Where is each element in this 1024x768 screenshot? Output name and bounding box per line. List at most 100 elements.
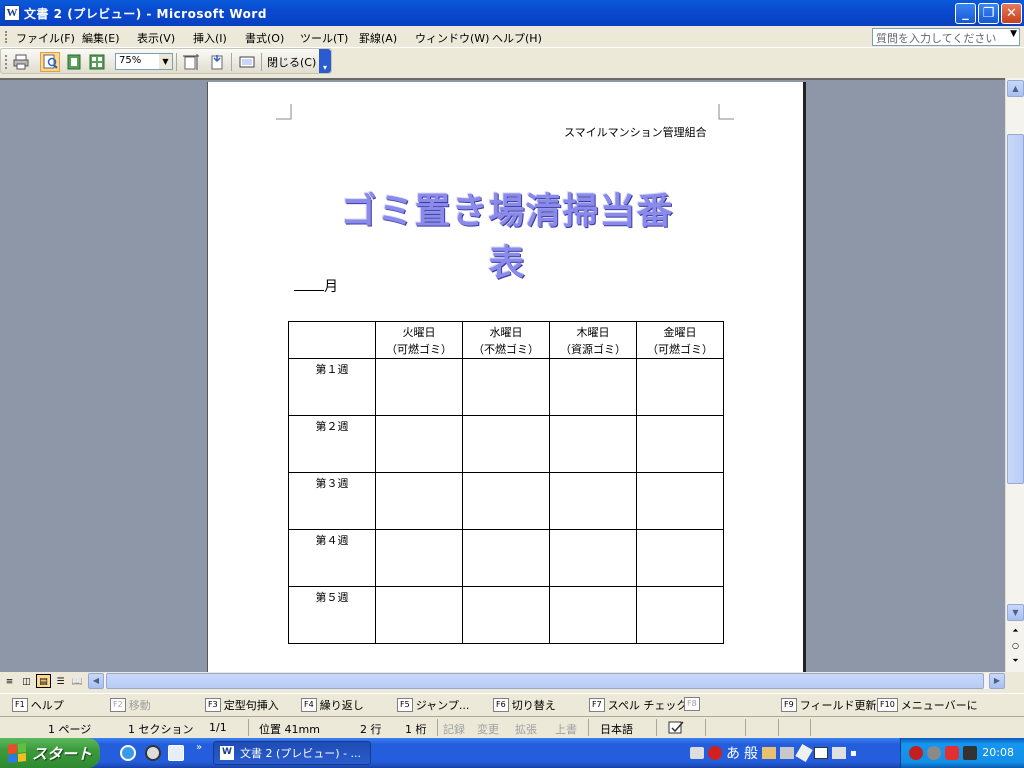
function-key-bar: F1 ヘルプ F2 移動 F3 定型句挿入 F4 繰り返し F5 ジャンプ... F6 切り… xyxy=(0,693,1024,715)
menu-tools[interactable]: ツール(T) xyxy=(300,30,348,46)
table-cell xyxy=(462,358,550,416)
month-field: 月 xyxy=(294,276,338,296)
fkey-label: ジャンプ... xyxy=(415,699,470,712)
chevron-down-icon[interactable]: ▼ xyxy=(159,54,172,69)
ime-pad-icon[interactable] xyxy=(762,747,776,759)
ime-dictionary[interactable]: 般 xyxy=(744,743,758,763)
vertical-scrollbar[interactable]: ▲ ▼ ⏶ ○ ⏷ xyxy=(1005,78,1024,672)
fkey-f8[interactable]: F8 xyxy=(684,697,703,711)
spelling-status-icon[interactable] xyxy=(668,721,686,738)
scroll-up-button[interactable]: ▲ xyxy=(1007,80,1024,97)
task-word-document[interactable]: W 文書 2 (プレビュー) - ... xyxy=(213,741,371,765)
document-page[interactable]: スマイルマンション管理組合 ゴミ置き場清掃当番表 月 火曜日 （可燃ゴミ） 水曜日… xyxy=(207,82,805,674)
status-record[interactable]: 記録 xyxy=(443,721,465,737)
title-bar[interactable]: W 文書 2 (プレビュー) - Microsoft Word _ ❐ ✕ xyxy=(0,0,1024,26)
internet-explorer-icon[interactable] xyxy=(120,745,136,761)
status-section: 1 セクション xyxy=(128,723,194,736)
fkey-f7[interactable]: F7 スペル チェック... xyxy=(589,697,698,713)
ime-help-icon[interactable] xyxy=(832,747,846,759)
word-icon[interactable]: W xyxy=(4,5,20,21)
reading-layout-icon[interactable]: 📖 xyxy=(70,674,85,688)
scroll-down-button[interactable]: ▼ xyxy=(1007,604,1024,621)
network-icon[interactable] xyxy=(927,746,941,760)
close-button[interactable]: ✕ xyxy=(1001,3,1022,24)
fkey-f9[interactable]: F9 フィールド更新 xyxy=(781,697,876,713)
next-page-button[interactable]: ⏷ xyxy=(1007,653,1024,670)
handwriting-icon[interactable] xyxy=(814,747,828,759)
toolbar-separator xyxy=(231,53,232,71)
menu-help[interactable]: ヘルプ(H) xyxy=(492,30,542,46)
help-question-input[interactable]: 質問を入力してください ▼ xyxy=(872,28,1020,46)
minimize-button[interactable]: _ xyxy=(955,3,976,24)
toolbar-grip[interactable] xyxy=(5,55,7,69)
keyboard-icon[interactable] xyxy=(690,747,704,759)
menu-table[interactable]: 罫線(A) xyxy=(359,30,397,46)
table-cell xyxy=(636,586,724,644)
fkey-key: F10 xyxy=(877,698,898,712)
restore-button[interactable]: ❐ xyxy=(978,3,999,24)
horizontal-scroll-thumb[interactable] xyxy=(106,673,984,689)
menu-edit[interactable]: 編集(E) xyxy=(82,30,120,46)
fkey-f6[interactable]: F6 切り替え xyxy=(493,697,556,713)
preview-workspace: スマイルマンション管理組合 ゴミ置き場清掃当番表 月 火曜日 （可燃ゴミ） 水曜日… xyxy=(0,78,1005,674)
close-preview-button[interactable]: 閉じる(C) xyxy=(267,54,316,70)
camera-icon[interactable] xyxy=(963,746,977,760)
media-player-icon[interactable] xyxy=(145,745,161,761)
fkey-key: F4 xyxy=(301,698,317,712)
menu-file[interactable]: ファイル(F) xyxy=(16,30,75,46)
fkey-f1[interactable]: F1 ヘルプ xyxy=(12,697,64,713)
menu-window[interactable]: ウィンドウ(W) xyxy=(415,30,489,46)
shrink-to-fit-button[interactable] xyxy=(207,52,227,72)
fkey-f4[interactable]: F4 繰り返し xyxy=(301,697,364,713)
status-separator xyxy=(248,719,249,736)
ime-mode[interactable]: あ xyxy=(726,743,740,763)
table-row: 第４週 xyxy=(288,529,724,587)
fkey-f2[interactable]: F2 移動 xyxy=(110,697,151,713)
status-extend[interactable]: 拡張 xyxy=(515,721,537,737)
menubar-grip[interactable] xyxy=(5,31,8,43)
pen-icon[interactable] xyxy=(795,743,813,763)
ime-options-icon[interactable]: ▪ xyxy=(850,748,857,759)
antivirus-icon[interactable] xyxy=(945,746,959,760)
fkey-f5[interactable]: F5 ジャンプ... xyxy=(397,697,469,713)
fkey-f10[interactable]: F10 メニューバーに xyxy=(877,697,978,713)
security-shield-icon[interactable] xyxy=(909,746,923,760)
view-ruler-button[interactable] xyxy=(181,52,201,72)
show-desktop-icon[interactable] xyxy=(168,745,184,761)
menu-insert[interactable]: 挿入(I) xyxy=(193,30,227,46)
horizontal-scrollbar[interactable]: ◀ ▶ xyxy=(88,673,1005,689)
toolbar-separator xyxy=(176,53,177,71)
multiple-pages-button[interactable] xyxy=(87,52,107,72)
scroll-left-button[interactable]: ◀ xyxy=(88,673,104,689)
quicklaunch-more-icon[interactable]: » xyxy=(196,742,202,753)
scroll-right-button[interactable]: ▶ xyxy=(989,673,1005,689)
menu-format[interactable]: 書式(O) xyxy=(245,30,284,46)
web-layout-icon[interactable]: ◫ xyxy=(19,674,34,688)
fkey-key: F2 xyxy=(110,698,126,712)
outline-view-icon[interactable]: ☰ xyxy=(53,674,68,688)
table-header-cell: 水曜日 （不燃ゴミ） xyxy=(462,321,550,359)
menu-view[interactable]: 表示(V) xyxy=(137,30,175,46)
fkey-f3[interactable]: F3 定型句挿入 xyxy=(205,697,279,713)
print-layout-icon[interactable]: ▤ xyxy=(36,674,51,688)
status-track-changes[interactable]: 変更 xyxy=(477,721,499,737)
windows-logo-icon xyxy=(8,743,26,763)
clock[interactable]: 20:08 xyxy=(982,746,1014,759)
week-label: 第５週 xyxy=(288,586,376,644)
toolbar-options-icon[interactable]: ▾ xyxy=(319,49,331,73)
ime-icon[interactable] xyxy=(708,746,722,760)
status-language[interactable]: 日本語 xyxy=(600,721,633,737)
full-screen-button[interactable] xyxy=(237,52,257,72)
chevron-down-icon[interactable]: ▼ xyxy=(1010,29,1017,39)
status-separator xyxy=(778,719,779,736)
print-button[interactable] xyxy=(11,52,31,72)
status-column: 1 桁 xyxy=(405,723,427,736)
status-overtype[interactable]: 上書 xyxy=(555,721,577,737)
magnifier-button[interactable] xyxy=(40,52,60,72)
normal-view-icon[interactable]: ≡ xyxy=(2,674,17,688)
zoom-select[interactable]: 75% ▼ xyxy=(115,53,173,70)
vertical-scroll-thumb[interactable] xyxy=(1007,134,1024,484)
one-page-button[interactable] xyxy=(64,52,84,72)
start-button[interactable]: スタート xyxy=(0,738,100,768)
ime-tools-icon[interactable] xyxy=(780,747,794,759)
